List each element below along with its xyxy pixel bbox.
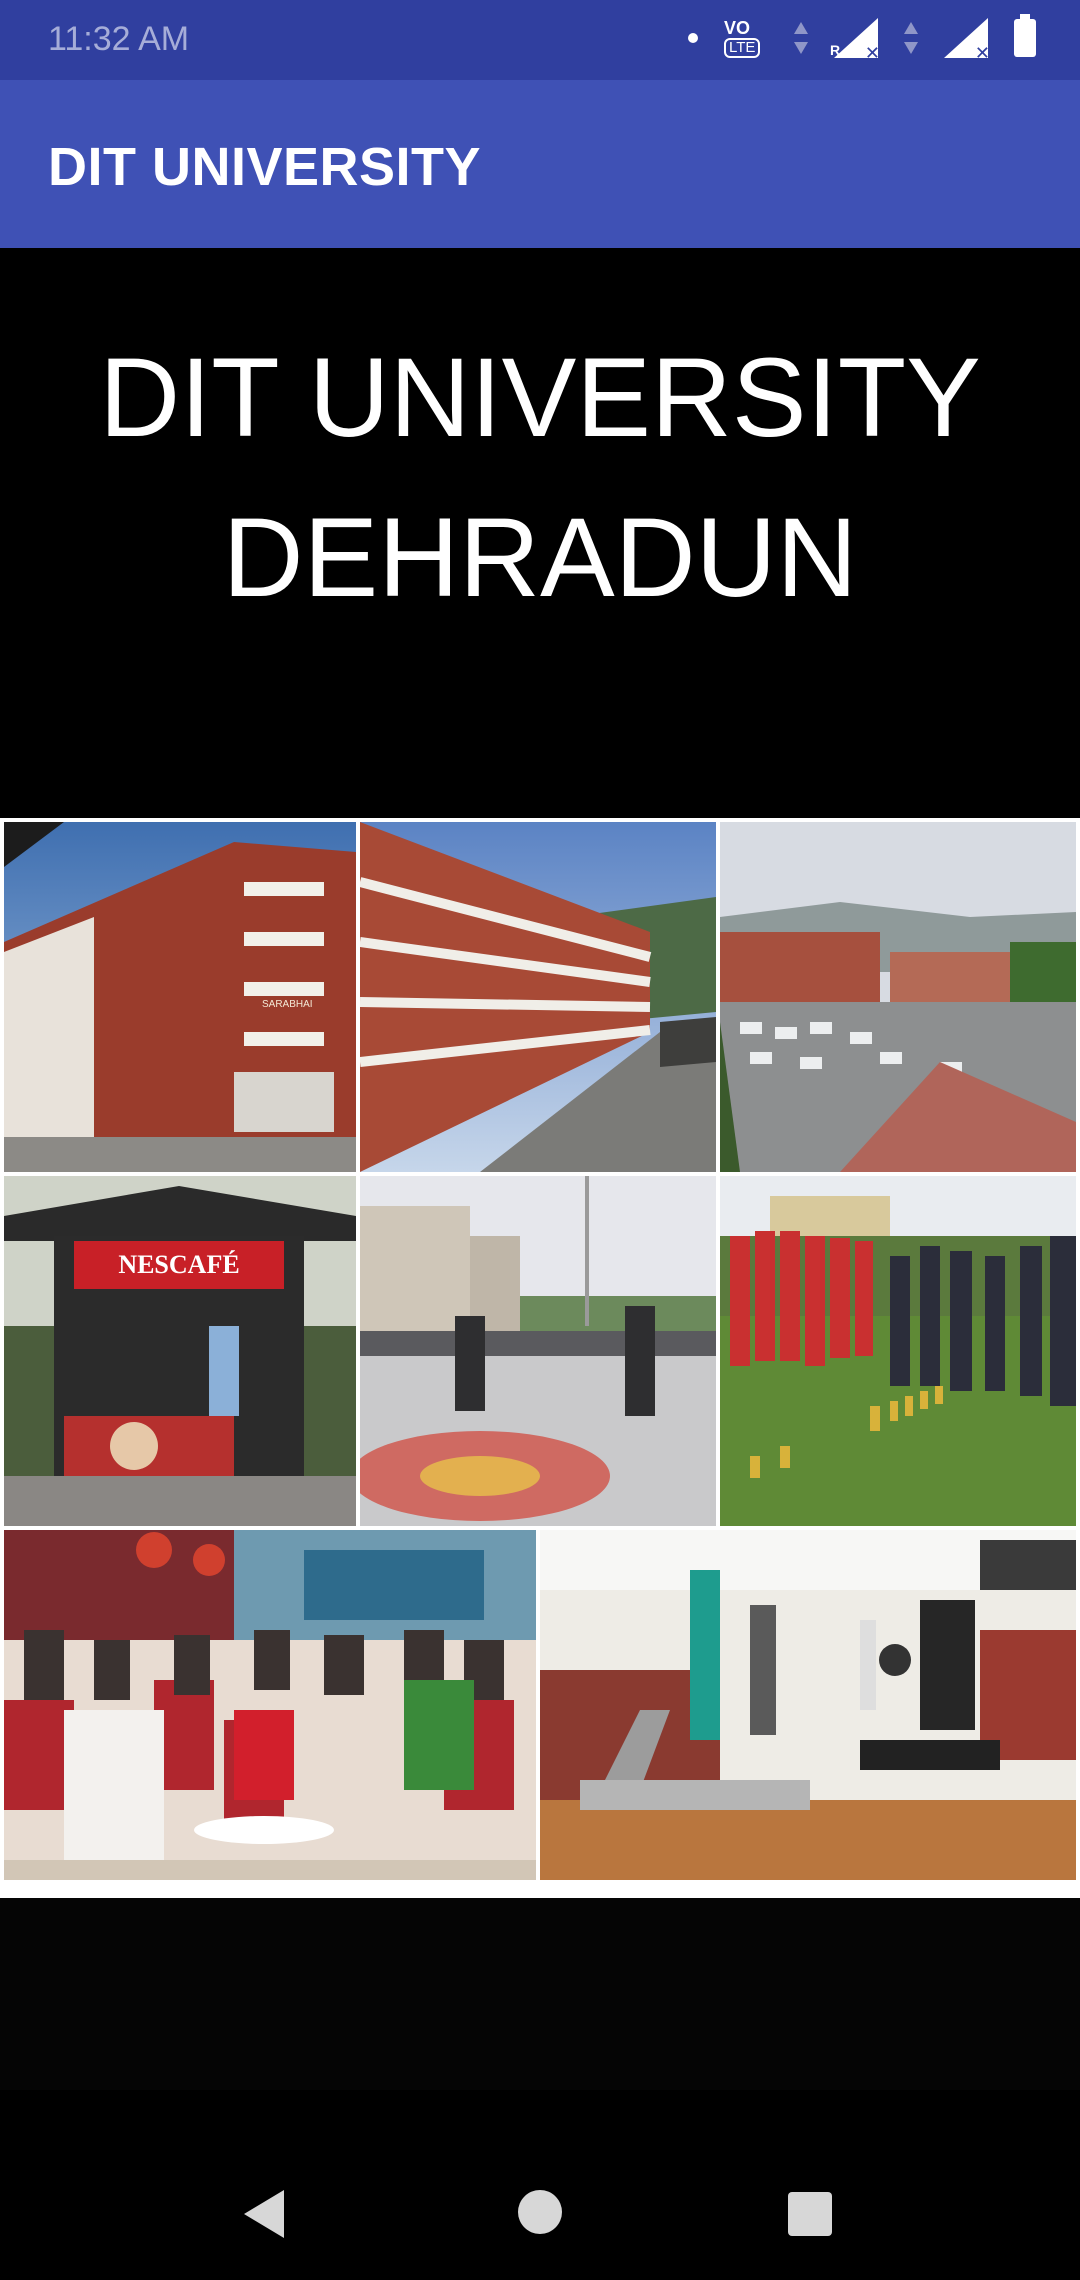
photo-campus-parking: [720, 822, 1076, 1172]
sarabhai-sign: SARABHAI: [262, 999, 313, 1010]
photo-nescafe-kiosk: NESCAFÉ: [4, 1176, 356, 1526]
photo-hostel-building: [360, 822, 716, 1172]
status-icons: VO LTE R ✕ ✕: [688, 14, 1036, 63]
app-bar: DIT UNIVERSITY: [0, 80, 1080, 248]
hero-section: DIT UNIVERSITY DEHRADUN: [0, 248, 1080, 818]
photo-sports-team-trophies: [720, 1176, 1076, 1526]
recent-apps-icon[interactable]: [788, 2192, 832, 2236]
photo-gym: [540, 1530, 1076, 1880]
lte-label: LTE: [724, 38, 761, 58]
volte-label: VO: [724, 18, 751, 38]
status-time: 11:32 AM: [48, 20, 190, 58]
photo-collage: SARABHAI NESCAFÉ: [0, 818, 1080, 1898]
home-icon[interactable]: [518, 2190, 562, 2234]
navigation-bar: [0, 2090, 1080, 2280]
back-icon[interactable]: [244, 2190, 284, 2238]
nescafe-sign: NESCAFÉ: [118, 1250, 239, 1279]
signal-icon: R ✕: [830, 18, 880, 63]
photo-cafeteria-students: [4, 1530, 536, 1880]
volte-icon: VO LTE: [724, 18, 768, 58]
data-arrows-icon: [794, 20, 808, 56]
data-arrows-icon: [904, 20, 918, 56]
hero-title-line1: DIT UNIVERSITY: [99, 335, 981, 460]
app-title: DIT UNIVERSITY: [48, 137, 482, 197]
hero-title-line2: DEHRADUN: [222, 495, 858, 620]
notification-dot-icon: [688, 33, 698, 43]
signal-icon: ✕: [944, 18, 990, 63]
roaming-label: R: [830, 42, 841, 58]
bottom-empty-area: [0, 1898, 1080, 2090]
battery-icon: [1014, 14, 1036, 57]
status-bar: 11:32 AM VO LTE R ✕ ✕: [0, 0, 1080, 80]
photo-sarabhai-building: SARABHAI: [4, 822, 356, 1172]
photo-basketball-court: [360, 1176, 716, 1526]
